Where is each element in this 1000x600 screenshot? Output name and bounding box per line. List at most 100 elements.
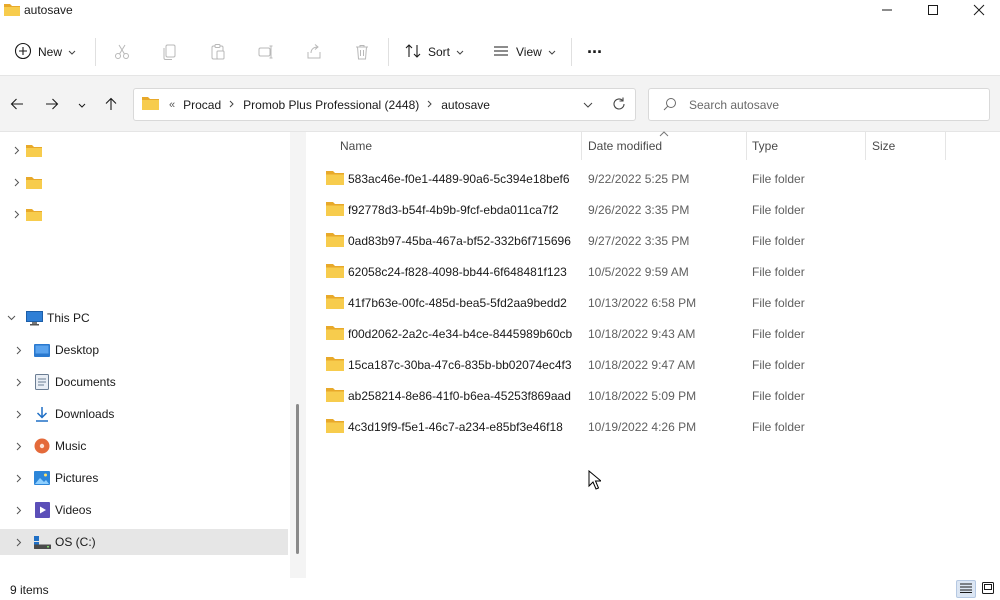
nav-item-label: Videos [55,503,92,517]
table-row[interactable]: 4c3d19f9-f5e1-46c7-a234-e85bf3e46f18 10/… [322,411,962,442]
arrow-up-icon [104,97,118,114]
nav-item-this-pc[interactable]: This PC [0,305,288,331]
column-label: Name [340,139,373,153]
address-row: « Procad Promob Plus Professional (2448)… [0,76,1000,132]
chevron-right-icon[interactable] [12,535,26,549]
file-name: f92778d3-b54f-4b9b-9fcf-ebda011ca7f2 [348,203,559,217]
nav-item-label: Pictures [55,471,99,485]
file-date: 10/18/2022 9:43 AM [588,327,696,341]
folder-icon [326,325,344,343]
nav-item-os-drive[interactable]: OS (C:) [0,529,288,555]
file-type: File folder [752,234,805,248]
up-button[interactable] [100,94,122,116]
sort-button[interactable]: Sort [404,38,464,66]
details-view-button[interactable] [956,580,976,598]
chevron-right-icon[interactable] [12,439,26,453]
address-dropdown-button[interactable] [580,96,596,112]
file-type: File folder [752,265,805,279]
view-button[interactable]: View [492,38,556,66]
paste-icon[interactable] [206,40,230,64]
documents-icon [33,373,51,391]
recent-locations-button[interactable] [71,94,93,116]
maximize-button[interactable] [910,0,956,20]
table-row[interactable]: 15ca187c-30ba-47c6-835b-bb02074ec4f3 10/… [322,349,962,380]
column-header-type[interactable]: Type [752,132,778,160]
table-row[interactable]: 41f7b63e-00fc-485d-bea5-5fd2aa9bedd2 10/… [322,287,962,318]
chevron-right-icon[interactable] [12,503,26,517]
nav-item-folder[interactable] [0,169,288,195]
column-divider[interactable] [581,132,582,160]
breadcrumb-item[interactable]: autosave [437,98,494,112]
folder-icon [326,170,344,188]
nav-item-downloads[interactable]: Downloads [0,401,288,427]
nav-item-folder[interactable] [0,137,288,163]
back-button[interactable] [6,94,28,116]
breadcrumb-item[interactable]: Procad [179,98,225,112]
column-divider[interactable] [865,132,866,160]
nav-item-folder[interactable] [0,201,288,227]
nav-item-pictures[interactable]: Pictures [0,465,288,491]
column-header-date-modified[interactable]: Date modified [588,132,662,160]
minimize-button[interactable] [864,0,910,20]
table-row[interactable]: f92778d3-b54f-4b9b-9fcf-ebda011ca7f2 9/2… [322,194,962,225]
share-icon[interactable] [302,40,326,64]
chevron-right-icon[interactable] [10,207,24,221]
chevron-right-icon [225,99,239,111]
chevron-right-icon[interactable] [12,471,26,485]
table-row[interactable]: 0ad83b97-45ba-467a-bf52-332b6f715696 9/2… [322,225,962,256]
column-header-name[interactable]: Name [340,132,372,160]
delete-icon[interactable] [350,40,374,64]
column-divider[interactable] [746,132,747,160]
window-title: autosave [24,3,73,17]
chevron-right-icon[interactable] [10,175,24,189]
file-type: File folder [752,389,805,403]
nav-item-label: Documents [55,375,116,389]
chevron-right-icon[interactable] [10,143,24,157]
folder-icon [326,387,344,405]
table-row[interactable]: 583ac46e-f0e1-4489-90a6-5c394e18bef6 9/2… [322,163,962,194]
new-button[interactable]: New [14,38,76,66]
more-options-button[interactable]: ··· [587,38,603,66]
nav-item-desktop[interactable]: Desktop [0,337,288,363]
column-header-size[interactable]: Size [872,132,895,160]
nav-item-documents[interactable]: Documents [0,369,288,395]
column-label: Type [752,139,779,153]
tiles-view-button[interactable] [978,580,998,598]
rename-icon[interactable] [254,40,278,64]
details-view-icon [960,582,972,596]
toolbar-divider [388,38,389,66]
breadcrumb-overflow[interactable]: « [165,99,179,111]
nav-item-videos[interactable]: Videos [0,497,288,523]
folder-icon [326,356,344,374]
table-row[interactable]: f00d2062-2a2c-4e34-b4ce-8445989b60cb 10/… [322,318,962,349]
file-type: File folder [752,172,805,186]
cut-icon[interactable] [110,40,134,64]
chevron-right-icon[interactable] [12,375,26,389]
nav-item-label: Desktop [55,343,100,357]
address-bar[interactable]: « Procad Promob Plus Professional (2448)… [133,88,636,121]
chevron-right-icon[interactable] [12,407,26,421]
file-date: 9/22/2022 5:25 PM [588,172,690,186]
sort-label: Sort [428,45,451,59]
file-name: 62058c24-f828-4098-bb44-6f648481f123 [348,265,567,279]
refresh-button[interactable] [610,96,628,114]
chevron-down-icon [456,45,464,59]
nav-scrollbar-thumb[interactable] [296,404,299,554]
view-label: View [516,45,542,59]
chevron-down-icon[interactable] [4,311,18,325]
nav-item-music[interactable]: Music [0,433,288,459]
folder-icon [326,232,344,250]
column-divider[interactable] [945,132,946,160]
search-input[interactable]: Search autosave [648,88,990,121]
close-button[interactable] [956,0,1000,20]
forward-button[interactable] [41,94,63,116]
chevron-right-icon[interactable] [12,343,26,357]
column-label: Date modified [588,139,663,153]
copy-icon[interactable] [158,40,182,64]
music-icon [33,437,51,455]
breadcrumb-item[interactable]: Promob Plus Professional (2448) [239,98,423,112]
toolbar-divider [571,38,572,66]
table-row[interactable]: ab258214-8e86-41f0-b6ea-45253f869aad 10/… [322,380,962,411]
table-row[interactable]: 62058c24-f828-4098-bb44-6f648481f123 10/… [322,256,962,287]
file-type: File folder [752,203,805,217]
